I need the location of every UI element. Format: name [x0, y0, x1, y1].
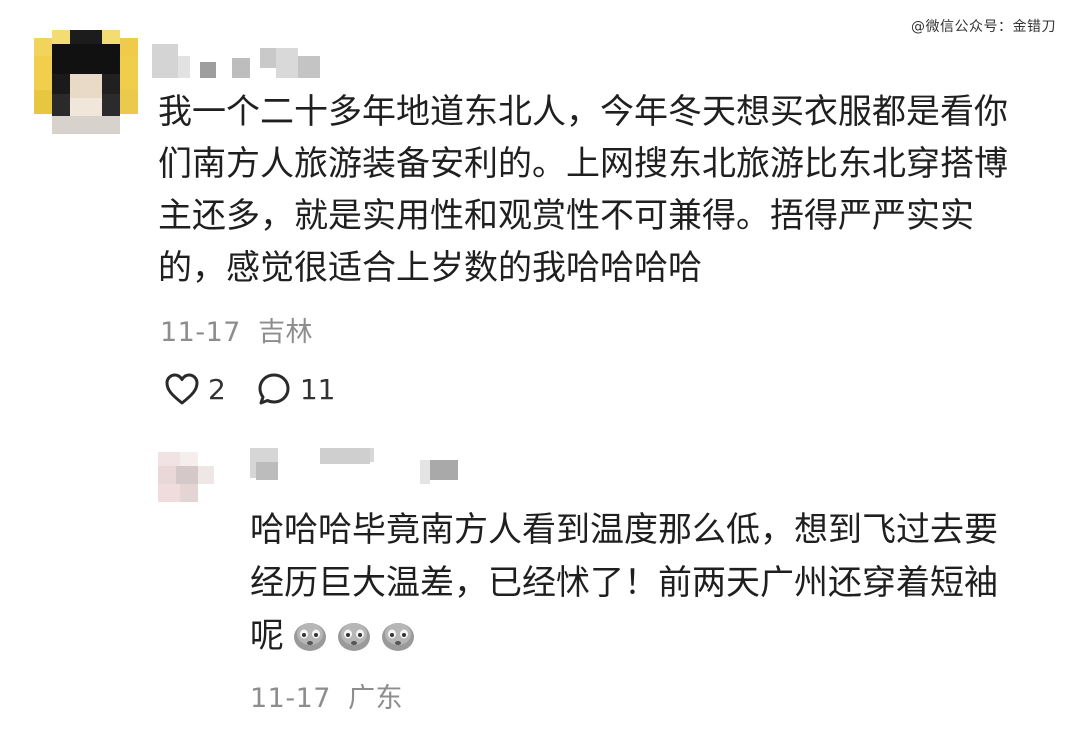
replier-avatar[interactable] [152, 448, 222, 510]
reply-button[interactable]: 11 [256, 371, 336, 407]
commenter-avatar[interactable] [34, 30, 138, 134]
pensive-face-emoji [294, 623, 326, 651]
reply-text-container: 哈哈哈毕竟南方人看到温度那么低，想到飞过去要经历巨大温差，已经怵了！前两天广州还… [250, 504, 1020, 663]
reply-meta: 11-17 广东 [250, 676, 403, 715]
watermark: @微信公众号：金错刀 [911, 19, 1056, 35]
comment-location: 吉林 [258, 317, 314, 348]
pensive-face-emoji [382, 623, 414, 651]
reply-date: 11-17 [250, 683, 331, 714]
pensive-face-emoji [338, 623, 370, 651]
like-button[interactable]: 2 [164, 372, 226, 406]
comment-date: 11-17 [160, 317, 241, 348]
replier-name-redacted[interactable] [250, 448, 490, 488]
comment-meta: 11-17 吉林 [160, 310, 313, 349]
reply-count: 11 [299, 372, 336, 406]
speech-bubble-icon [258, 373, 290, 405]
comment-text: 我一个二十多年地道东北人，今年冬天想买衣服都是看你们南方人旅游装备安利的。上网搜… [158, 92, 1008, 288]
comment-actions: 2 11 [164, 368, 365, 410]
reply-emojis [284, 616, 416, 656]
reply-location: 广东 [348, 683, 404, 714]
heart-icon [165, 373, 199, 405]
commenter-name-redacted[interactable] [152, 42, 352, 80]
like-count: 2 [208, 372, 226, 406]
